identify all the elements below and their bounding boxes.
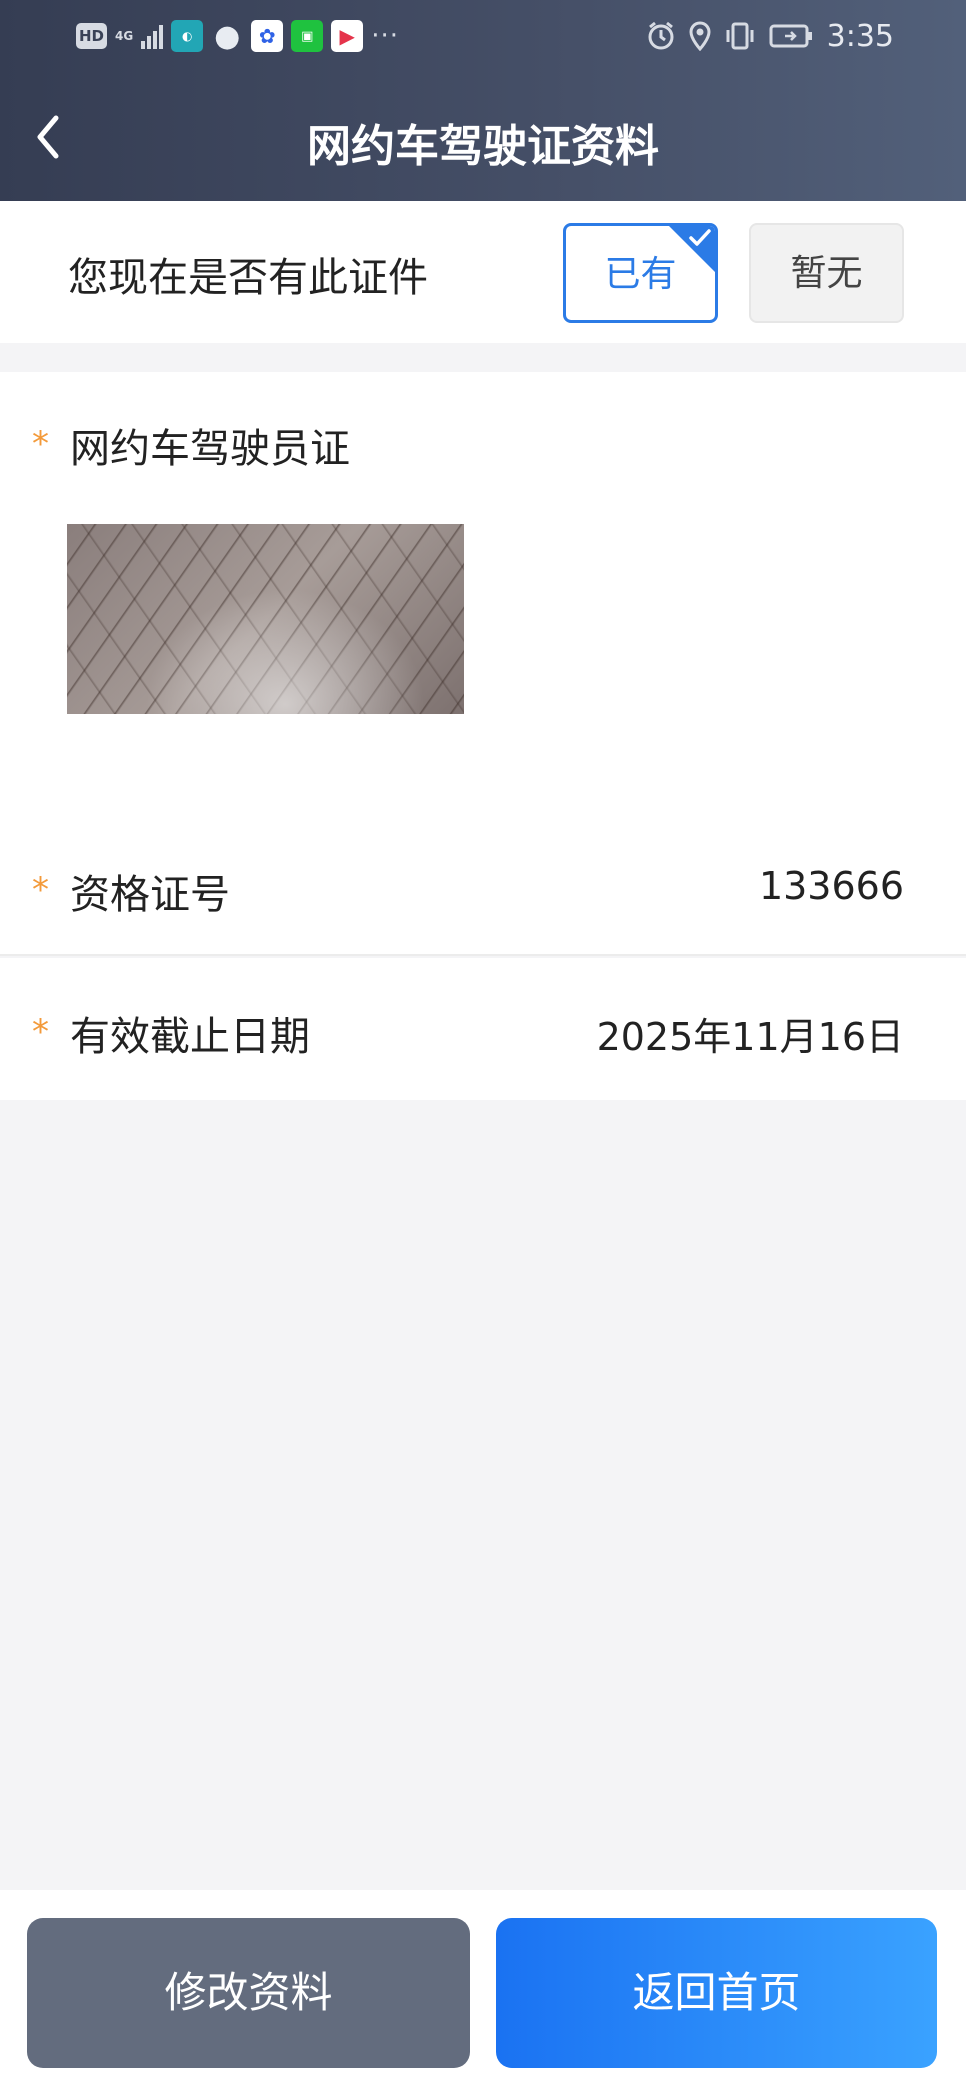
expiry-date-row[interactable]: * 有效截止日期 2025年11月16日 — [0, 958, 966, 1100]
iqiyi-icon: ▣ — [291, 20, 324, 52]
expiry-date-value: 2025年11月16日 — [596, 1015, 904, 1059]
return-home-button[interactable]: 返回首页 — [496, 1918, 937, 2068]
overflow-dots: ··· — [371, 21, 400, 51]
network-type-icon: 4G — [115, 29, 134, 43]
wechat-icon: ● — [214, 18, 241, 54]
vibrate-icon — [726, 22, 754, 50]
alarm-icon — [648, 21, 674, 50]
license-card: * 网约车驾驶员证 — [0, 372, 966, 816]
status-time: 3:35 — [826, 18, 894, 54]
option-have-label: 已有 — [604, 254, 677, 295]
license-label: 网约车驾驶员证 — [70, 426, 350, 472]
possession-question: 您现在是否有此证件 — [68, 255, 428, 301]
youku-icon: ▶ — [331, 20, 364, 52]
baidu-icon: ✿ — [251, 20, 284, 52]
qualification-number-row[interactable]: * 资格证号 133666 — [0, 816, 966, 956]
page-title: 网约车驾驶证资料 — [307, 121, 659, 172]
check-icon — [689, 229, 711, 246]
license-photo[interactable] — [67, 524, 464, 714]
location-icon — [689, 21, 711, 51]
header: HD 4G ◐ ● ✿ ▣ ▶ ··· 3:35 网约车驾驶证资料 — [0, 0, 966, 201]
battery-icon — [769, 24, 812, 48]
edit-info-button[interactable]: 修改资料 — [27, 1918, 470, 2068]
qualification-number-label: 资格证号 — [70, 872, 230, 918]
option-have-button[interactable]: 已有 — [563, 223, 718, 323]
status-left: HD 4G ◐ ● ✿ ▣ ▶ ··· — [76, 18, 399, 54]
expiry-date-label: 有效截止日期 — [70, 1014, 310, 1060]
option-none-button[interactable]: 暂无 — [749, 223, 904, 323]
signal-icon — [141, 23, 164, 49]
didi-icon: ◐ — [171, 20, 204, 52]
option-none-label: 暂无 — [790, 253, 863, 294]
hd-icon: HD — [76, 23, 108, 49]
possession-question-card: 您现在是否有此证件 已有 暂无 — [0, 201, 966, 343]
required-mark: * — [32, 870, 49, 910]
status-bar: HD 4G ◐ ● ✿ ▣ ▶ ··· 3:35 — [0, 0, 966, 72]
bottom-action-bar: 修改资料 返回首页 — [0, 1890, 966, 2094]
qualification-number-value: 133666 — [758, 864, 904, 908]
required-mark: * — [32, 1012, 49, 1052]
status-right: 3:35 — [647, 14, 894, 58]
required-mark: * — [32, 424, 49, 464]
